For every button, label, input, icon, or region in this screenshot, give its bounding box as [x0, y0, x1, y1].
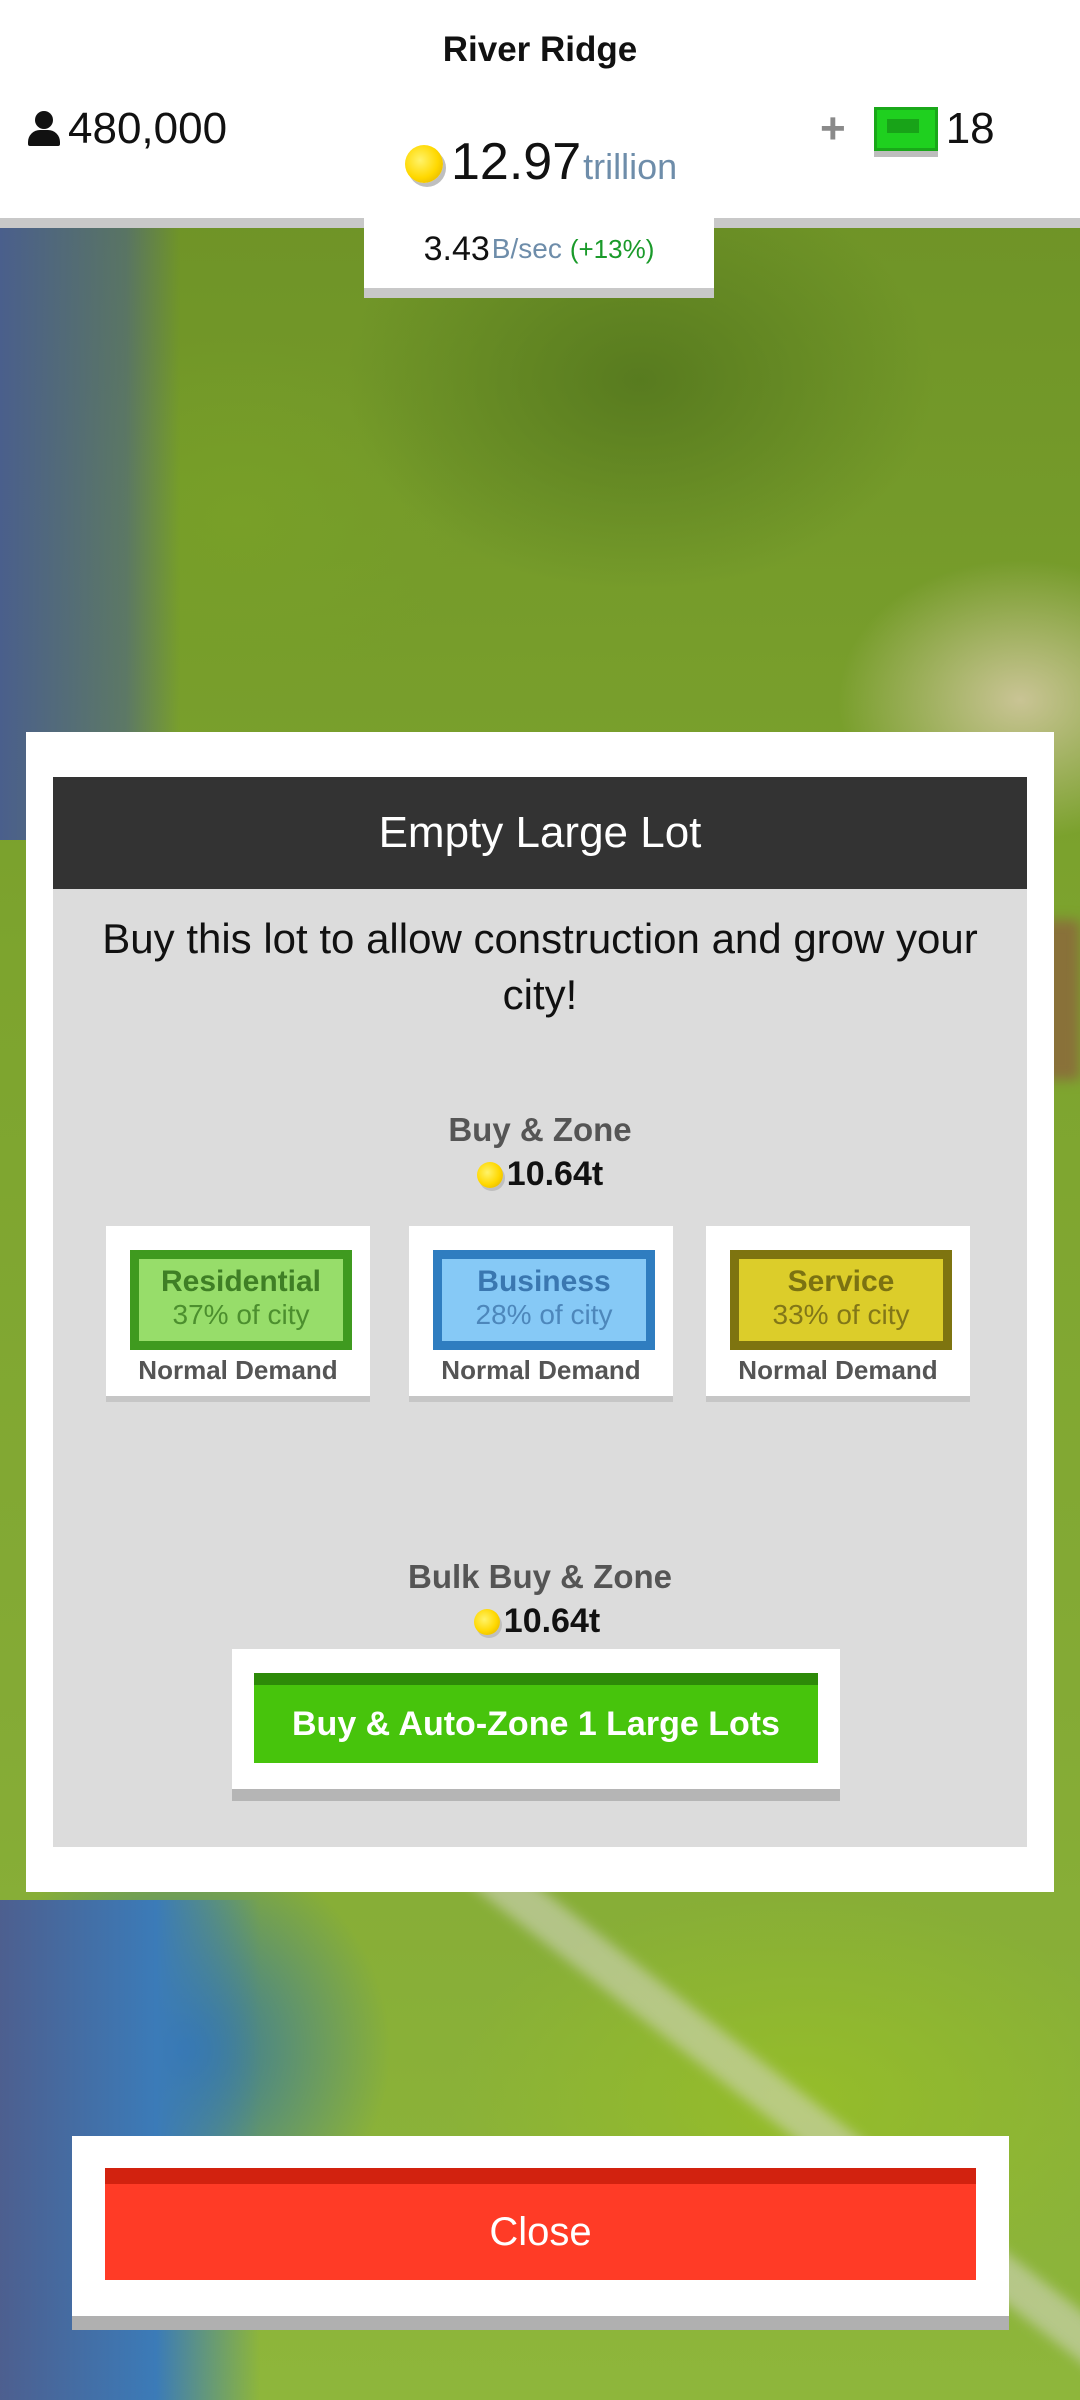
buy-zone-price: 10.64t	[53, 1155, 1027, 1194]
person-icon	[26, 111, 62, 147]
zone-demand: Normal Demand	[738, 1355, 938, 1385]
close-button[interactable]: Close	[105, 2168, 976, 2280]
income-change: (+13%)	[569, 233, 655, 264]
zone-demand: Normal Demand	[138, 1355, 338, 1385]
coin-icon	[476, 1162, 503, 1188]
coin-icon	[405, 145, 443, 183]
bulk-buy-price-value: 10.64t	[503, 1602, 601, 1640]
cash-display[interactable]: + 18	[820, 104, 995, 154]
lot-dialog-body: Empty Large Lot Buy this lot to allow co…	[53, 777, 1027, 1847]
service-zone-button[interactable]: Service 33% of city	[730, 1250, 952, 1350]
zone-name: Residential	[160, 1265, 322, 1298]
add-cash-button[interactable]: +	[820, 104, 846, 154]
business-zone-button[interactable]: Business 28% of city	[433, 1250, 655, 1350]
top-hud: River Ridge 480,000 12.97 trillion + 18	[0, 0, 1080, 228]
bulk-buy-label: Bulk Buy & Zone	[407, 1558, 673, 1595]
residential-zone-button[interactable]: Residential 37% of city	[130, 1250, 352, 1350]
income-value: 3.43	[423, 229, 490, 268]
zone-name: Service	[787, 1265, 895, 1298]
zone-card-business: Business 28% of city Normal Demand	[409, 1226, 673, 1396]
income-rate-display: 3.43 B/sec (+13%)	[364, 210, 714, 298]
cash-icon	[873, 107, 938, 151]
city-name: River Ridge	[442, 30, 638, 69]
zone-share: 28% of city	[475, 1299, 613, 1330]
zone-card-residential: Residential 37% of city Normal Demand	[106, 1226, 370, 1396]
dialog-description: Buy this lot to allow construction and g…	[102, 915, 978, 1018]
zone-demand: Normal Demand	[441, 1355, 641, 1385]
bulk-buy-card: Buy & Auto-Zone 1 Large Lots	[232, 1649, 840, 1789]
close-card: Close	[72, 2136, 1009, 2316]
dialog-title: Empty Large Lot	[53, 777, 1027, 889]
zone-name: Business	[477, 1265, 611, 1298]
money-display: 12.97 trillion	[405, 132, 677, 192]
buy-zone-price-value: 10.64t	[506, 1155, 604, 1193]
buy-zone-label: Buy & Zone	[448, 1111, 632, 1148]
population-display: 480,000	[26, 104, 227, 154]
money-value: 12.97	[451, 133, 582, 191]
buy-auto-zone-button[interactable]: Buy & Auto-Zone 1 Large Lots	[254, 1673, 818, 1763]
zone-share: 33% of city	[772, 1299, 910, 1330]
income-unit: B/sec	[491, 233, 562, 264]
cash-count: 18	[945, 104, 995, 153]
money-unit: trillion	[583, 146, 678, 187]
zone-card-service: Service 33% of city Normal Demand	[706, 1226, 970, 1396]
zone-share: 37% of city	[172, 1299, 310, 1330]
coin-icon	[473, 1609, 500, 1635]
lot-dialog: Empty Large Lot Buy this lot to allow co…	[26, 732, 1054, 1892]
bulk-buy-price: 10.64t	[53, 1602, 1021, 1641]
population-value: 480,000	[68, 104, 228, 153]
